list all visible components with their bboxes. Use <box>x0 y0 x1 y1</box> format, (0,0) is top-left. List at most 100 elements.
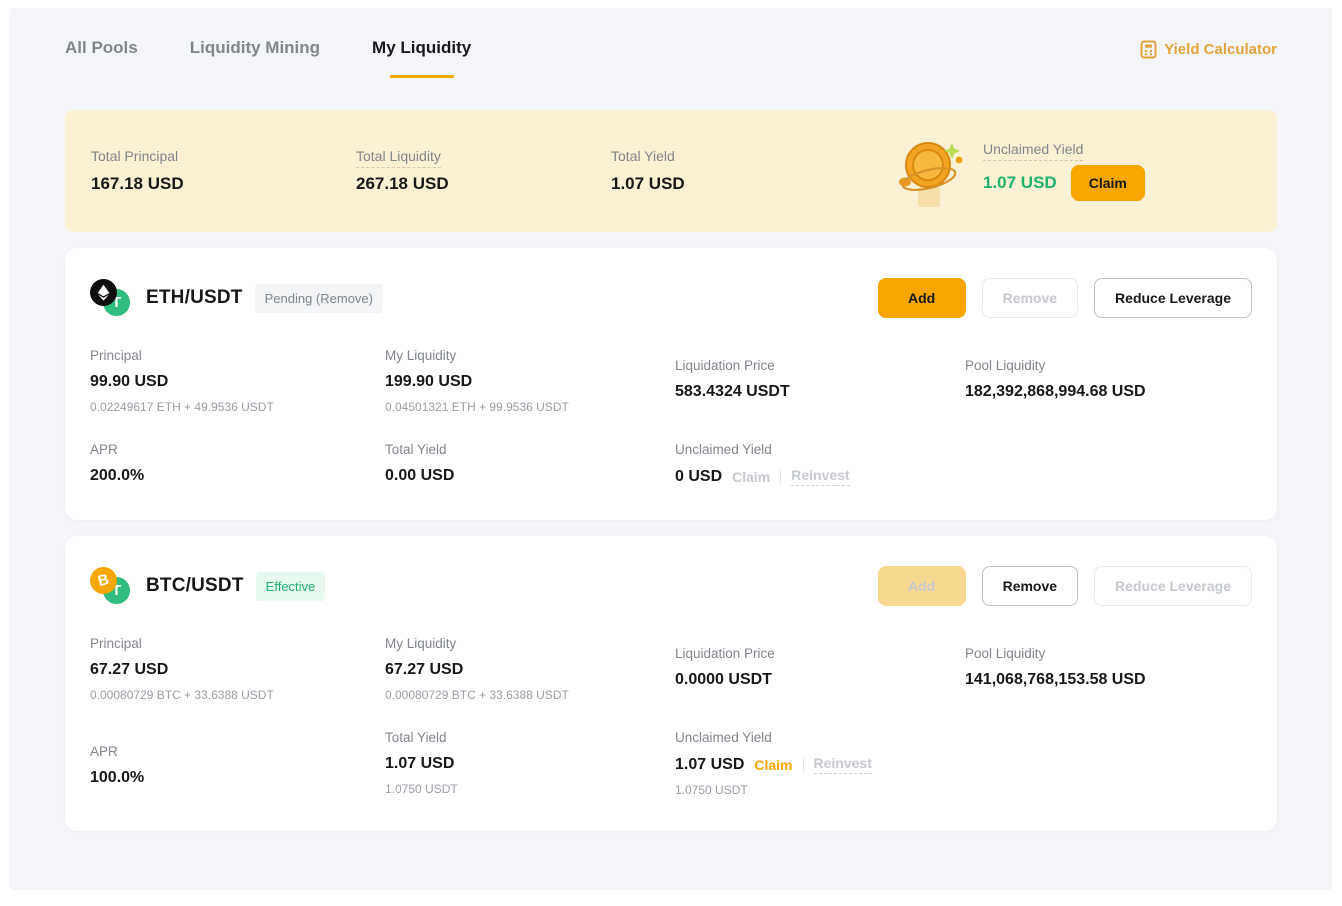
add-button: Add <box>878 566 966 606</box>
calculator-icon <box>1140 40 1157 59</box>
unclaimed-yield-cell: Unclaimed Yield 1.07 USD Claim Reinvest … <box>675 730 965 797</box>
total-yield-value: 0.00 USD <box>385 467 675 485</box>
card-actions: Add Remove Reduce Leverage <box>878 566 1252 606</box>
total-yield-label: Total Yield <box>385 442 675 457</box>
unclaimed-yield-value: 1.07 USD <box>675 756 744 774</box>
reduce-leverage-button: Reduce Leverage <box>1094 566 1252 606</box>
apr-value: 200.0% <box>90 467 385 485</box>
liquidation-price-cell: Liquidation Price 0.0000 USDT <box>675 636 965 702</box>
status-badge: Effective <box>256 572 326 601</box>
divider <box>780 470 781 484</box>
principal-value: 99.90 USD <box>90 373 385 391</box>
yield-calculator-link[interactable]: Yield Calculator <box>1140 40 1277 59</box>
principal-label: Principal <box>90 636 385 651</box>
total-yield: Total Yield 1.07 USD <box>611 148 861 194</box>
remove-button: Remove <box>982 278 1078 318</box>
my-liquidity-label: My Liquidity <box>385 348 675 363</box>
principal-detail: 0.02249617 ETH + 49.9536 USDT <box>90 400 385 414</box>
unclaimed-yield-label: Unclaimed Yield <box>675 730 965 745</box>
card-actions: Add Remove Reduce Leverage <box>878 278 1252 318</box>
pool-liquidity-cell: Pool Liquidity 182,392,868,994.68 USD <box>965 348 1252 414</box>
empty-cell <box>965 442 1252 486</box>
total-yield-label: Total Yield <box>385 730 675 745</box>
principal-detail: 0.00080729 BTC + 33.6388 USDT <box>90 688 385 702</box>
remove-button[interactable]: Remove <box>982 566 1078 606</box>
apr-label: APR <box>90 744 385 759</box>
my-liquidity-value: 199.90 USD <box>385 373 675 391</box>
principal-label: Principal <box>90 348 385 363</box>
divider <box>803 758 804 772</box>
liquidation-price-label: Liquidation Price <box>675 358 965 373</box>
card-header: B T BTC/USDT Effective Add Remove Reduce… <box>90 566 1252 606</box>
pool-card-btc-usdt: B T BTC/USDT Effective Add Remove Reduce… <box>65 536 1277 831</box>
summary-banner: Total Principal 167.18 USD Total Liquidi… <box>65 110 1277 232</box>
total-principal: Total Principal 167.18 USD <box>91 148 356 194</box>
pair-title: BTC/USDT <box>146 575 244 597</box>
my-liquidity-detail: 0.00080729 BTC + 33.6388 USDT <box>385 688 675 702</box>
pool-liquidity-cell: Pool Liquidity 141,068,768,153.58 USD <box>965 636 1252 702</box>
tab-my-liquidity[interactable]: My Liquidity <box>372 38 471 78</box>
pair-title: ETH/USDT <box>146 287 243 309</box>
status-badge: Pending (Remove) <box>255 284 383 313</box>
unclaimed-yield: Unclaimed Yield 1.07 USD Claim <box>983 141 1145 201</box>
pool-liquidity-value: 141,068,768,153.58 USD <box>965 671 1252 689</box>
my-liquidity-cell: My Liquidity 199.90 USD 0.04501321 ETH +… <box>385 348 675 414</box>
principal-cell: Principal 99.90 USD 0.02249617 ETH + 49.… <box>90 348 385 414</box>
pair-icons: T <box>90 279 134 317</box>
reinvest-link: Reinvest <box>814 755 872 774</box>
liquidation-price-cell: Liquidation Price 583.4324 USDT <box>675 348 965 414</box>
my-liquidity-detail: 0.04501321 ETH + 99.9536 USDT <box>385 400 675 414</box>
my-liquidity-label: My Liquidity <box>385 636 675 651</box>
tabs-row: All Pools Liquidity Mining My Liquidity … <box>65 38 1277 102</box>
btc-icon: B <box>90 567 117 594</box>
eth-icon <box>90 279 117 306</box>
pool-card-eth-usdt: T ETH/USDT Pending (Remove) Add Remove R… <box>65 248 1277 520</box>
total-yield-cell: Total Yield 0.00 USD <box>385 442 675 486</box>
unclaimed-yield-label[interactable]: Unclaimed Yield <box>983 141 1083 161</box>
total-liquidity-value: 267.18 USD <box>356 174 611 194</box>
unclaimed-yield-value: 1.07 USD <box>983 173 1057 193</box>
reinvest-link: Reinvest <box>791 467 849 486</box>
my-liquidity-value: 67.27 USD <box>385 661 675 679</box>
liquidation-price-value: 0.0000 USDT <box>675 671 965 689</box>
claim-button[interactable]: Claim <box>1071 165 1145 201</box>
total-yield-value: 1.07 USD <box>611 174 861 194</box>
pool-liquidity-label: Pool Liquidity <box>965 358 1252 373</box>
apr-cell: APR 100.0% <box>90 730 385 797</box>
total-yield-label: Total Yield <box>611 148 675 164</box>
my-liquidity-cell: My Liquidity 67.27 USD 0.00080729 BTC + … <box>385 636 675 702</box>
claim-link[interactable]: Claim <box>754 757 792 773</box>
apr-label: APR <box>90 442 385 457</box>
card-header: T ETH/USDT Pending (Remove) Add Remove R… <box>90 278 1252 318</box>
unclaimed-yield-cell: Unclaimed Yield 0 USD Claim Reinvest <box>675 442 965 486</box>
principal-value: 67.27 USD <box>90 661 385 679</box>
unclaimed-yield-section: Unclaimed Yield 1.07 USD Claim <box>893 131 1145 211</box>
empty-cell <box>965 730 1252 797</box>
tab-liquidity-mining[interactable]: Liquidity Mining <box>190 38 320 78</box>
yield-calculator-label: Yield Calculator <box>1164 41 1277 58</box>
unclaimed-yield-detail: 1.0750 USDT <box>675 783 965 797</box>
tab-all-pools[interactable]: All Pools <box>65 38 138 78</box>
pool-liquidity-label: Pool Liquidity <box>965 646 1252 661</box>
total-principal-value: 167.18 USD <box>91 174 356 194</box>
liquidation-price-label: Liquidation Price <box>675 646 965 661</box>
total-liquidity: Total Liquidity 267.18 USD <box>356 148 611 194</box>
reduce-leverage-button[interactable]: Reduce Leverage <box>1094 278 1252 318</box>
add-button[interactable]: Add <box>878 278 966 318</box>
unclaimed-yield-value: 0 USD <box>675 468 722 486</box>
claim-link: Claim <box>732 469 770 485</box>
liquidation-price-value: 583.4324 USDT <box>675 383 965 401</box>
gold-coin-illustration <box>893 131 965 211</box>
pool-liquidity-value: 182,392,868,994.68 USD <box>965 383 1252 401</box>
pair-icons: B T <box>90 567 134 605</box>
total-yield-detail: 1.0750 USDT <box>385 782 675 796</box>
pool-detail-grid: Principal 67.27 USD 0.00080729 BTC + 33.… <box>90 636 1252 797</box>
apr-cell: APR 200.0% <box>90 442 385 486</box>
total-liquidity-label[interactable]: Total Liquidity <box>356 148 441 168</box>
liquidity-page: All Pools Liquidity Mining My Liquidity … <box>10 8 1332 890</box>
principal-cell: Principal 67.27 USD 0.00080729 BTC + 33.… <box>90 636 385 702</box>
total-yield-value: 1.07 USD <box>385 755 675 773</box>
apr-value: 100.0% <box>90 769 385 787</box>
pool-detail-grid: Principal 99.90 USD 0.02249617 ETH + 49.… <box>90 348 1252 486</box>
unclaimed-yield-label: Unclaimed Yield <box>675 442 965 457</box>
